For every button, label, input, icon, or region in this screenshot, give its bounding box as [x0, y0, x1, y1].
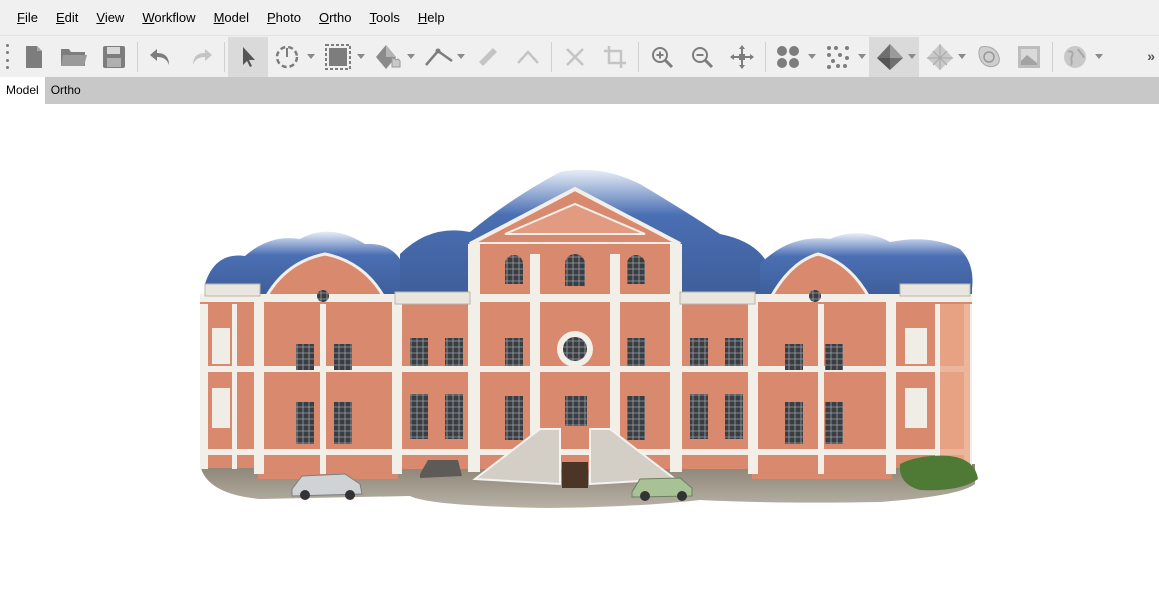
rotate-object-button[interactable] [268, 37, 318, 77]
menu-bar: File Edit View Workflow Model Photo Orth… [0, 0, 1159, 35]
facade-far-left [200, 296, 262, 468]
redo-icon [193, 48, 212, 65]
menu-photo[interactable]: Photo [258, 0, 310, 35]
tab-model[interactable]: Model [0, 77, 45, 104]
zoom-in-button[interactable] [642, 37, 682, 77]
angle-icon [425, 48, 453, 66]
texture-button[interactable] [1009, 37, 1049, 77]
view-tab-bar: Model Ortho [0, 77, 1159, 104]
solid-model-icon [877, 43, 903, 70]
chevron-down-icon [908, 53, 916, 59]
toolbar-overflow-button[interactable]: » [1147, 48, 1155, 64]
texture-icon [1018, 45, 1040, 68]
draw-polygon-button[interactable] [368, 37, 418, 77]
model-viewport[interactable] [0, 104, 1159, 615]
point-cloud-icon [777, 45, 799, 68]
chevron-down-icon [407, 53, 415, 59]
wireframe-model-icon [927, 43, 953, 70]
undo-button[interactable] [141, 37, 181, 77]
menu-help[interactable]: Help [409, 0, 454, 35]
textured-building-model[interactable] [0, 104, 1159, 615]
menu-view[interactable]: View [87, 0, 133, 35]
toolbar-separator [224, 41, 225, 72]
chevron-down-icon [958, 53, 966, 59]
tiled-model-button[interactable] [969, 37, 1009, 77]
facade-left-inner [396, 304, 476, 469]
globe-view-button[interactable] [1056, 37, 1106, 77]
toolbar-separator [638, 41, 639, 72]
reset-view-icon [730, 44, 754, 69]
zoom-out-icon [692, 46, 714, 68]
toolbar-separator [137, 41, 138, 72]
menu-edit[interactable]: Edit [47, 0, 87, 35]
toolbar-separator [765, 41, 766, 72]
chevron-down-icon [858, 53, 866, 59]
new-document-button[interactable] [14, 37, 54, 77]
menu-model[interactable]: Model [205, 0, 258, 35]
dense-cloud-button[interactable] [819, 37, 869, 77]
zoom-out-button[interactable] [682, 37, 722, 77]
ruler-measure-icon [479, 47, 497, 66]
menu-file[interactable]: File [8, 0, 47, 35]
save-project-button[interactable] [94, 37, 134, 77]
point-cloud-button[interactable] [769, 37, 819, 77]
toolbar-separator [551, 41, 552, 72]
open-folder-icon [61, 48, 87, 66]
menu-workflow[interactable]: Workflow [133, 0, 204, 35]
tab-ortho[interactable]: Ortho [45, 77, 87, 104]
delete-x-icon [566, 47, 584, 66]
open-project-button[interactable] [54, 37, 94, 77]
chevron-down-icon [357, 53, 365, 59]
dense-cloud-icon [827, 45, 849, 69]
chevron-down-icon [808, 53, 816, 59]
rectangle-selection-button[interactable] [318, 37, 368, 77]
crop-selection-button[interactable] [595, 37, 635, 77]
delete-selection-button[interactable] [555, 37, 595, 77]
eraser-icon [517, 49, 539, 64]
angle-measure-button[interactable] [508, 37, 548, 77]
chevron-down-icon [1095, 53, 1103, 59]
globe-icon [1064, 45, 1086, 68]
chevron-down-icon [457, 53, 465, 59]
toolbar-separator [1052, 41, 1053, 72]
facade-right-inner [676, 304, 756, 469]
toolbar-grip-handle[interactable] [0, 42, 14, 72]
rotate-selection-icon [275, 45, 299, 68]
menu-ortho[interactable]: Ortho [310, 0, 361, 35]
navigation-mode-button[interactable] [228, 36, 268, 77]
redo-button[interactable] [181, 37, 221, 77]
wireframe-model-button[interactable] [919, 37, 969, 77]
crop-icon [604, 45, 626, 68]
shaded-model-button[interactable] [869, 36, 919, 77]
new-document-icon [26, 45, 42, 68]
select-arrow-icon [243, 46, 255, 67]
chevron-down-icon [307, 53, 315, 59]
save-disk-icon [103, 45, 125, 68]
undo-icon [150, 48, 169, 65]
rectangle-selection-icon [325, 43, 351, 70]
main-door [562, 462, 588, 488]
navigation-hand-icon [376, 44, 401, 69]
main-toolbar: » [0, 35, 1159, 77]
menu-tools[interactable]: Tools [361, 0, 409, 35]
ruler-button[interactable] [468, 37, 508, 77]
draw-polyline-button[interactable] [418, 37, 468, 77]
tiled-model-icon [978, 45, 1000, 67]
zoom-in-icon [652, 46, 674, 68]
reset-view-button[interactable] [722, 37, 762, 77]
